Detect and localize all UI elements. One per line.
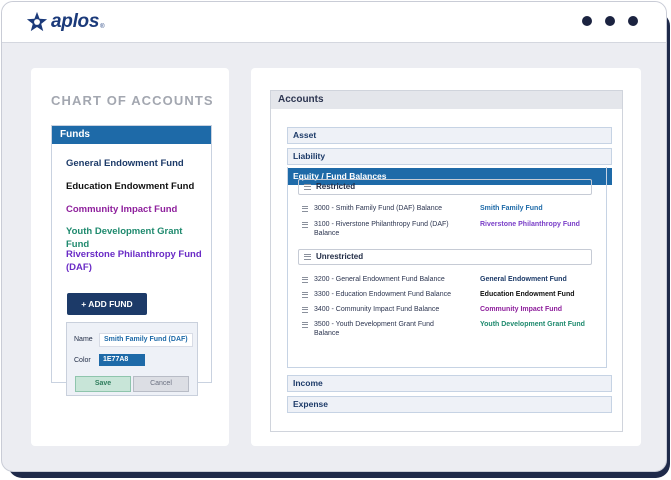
account-name: 3200 - General Endowment Fund Balance (314, 276, 445, 283)
accounts-tree: Accounts Asset Liability Equity / Fund B… (270, 90, 623, 432)
accounts-panel: Accounts Asset Liability Equity / Fund B… (251, 68, 641, 446)
account-group-income[interactable]: Income (287, 375, 612, 392)
drag-handle-icon[interactable] (304, 252, 311, 261)
brand-registered: ® (100, 24, 105, 30)
account-name: 3500 - Youth Development Grant Fund Bala… (314, 321, 434, 337)
account-fund: Education Endowment Fund (480, 291, 575, 298)
account-fund: General Endowment Fund (480, 276, 567, 283)
star-logo-icon (26, 11, 48, 32)
cancel-button[interactable]: Cancel (133, 376, 189, 392)
funds-panel: CHART OF ACCOUNTS Funds General Endowmen… (31, 68, 229, 446)
add-fund-button[interactable]: + ADD FUND (67, 293, 147, 315)
account-name: 3400 - Community Impact Fund Balance (314, 306, 440, 313)
drag-handle-icon[interactable] (302, 290, 308, 299)
name-label: Name (74, 336, 93, 343)
aplos-logo: aplos ® (26, 11, 105, 33)
account-fund: Smith Family Fund (480, 205, 543, 212)
account-name: 3100 - Riverstone Philanthropy Fund (DAF… (314, 221, 449, 237)
funds-header: Funds (52, 126, 211, 144)
window-dot-icon[interactable] (605, 16, 615, 26)
browser-window: aplos ® CHART OF ACCOUNTS Funds General … (1, 1, 667, 472)
window-dot-icon[interactable] (628, 16, 638, 26)
title-bar: aplos ® (2, 2, 666, 43)
fund-item[interactable]: Community Impact Fund (66, 203, 206, 216)
fund-item[interactable]: Riverstone Philanthropy Fund (DAF) (66, 248, 206, 274)
account-group-expense[interactable]: Expense (287, 396, 612, 413)
brand-name: aplos (51, 11, 100, 32)
drag-handle-icon[interactable] (302, 305, 308, 314)
drag-handle-icon[interactable] (302, 320, 308, 329)
unrestricted-header[interactable]: Unrestricted (298, 249, 592, 265)
save-button[interactable]: Save (75, 376, 131, 392)
fund-item[interactable]: General Endowment Fund (66, 157, 206, 170)
page-title: CHART OF ACCOUNTS (51, 93, 214, 108)
equity-details: Restricted 3000 - Smith Family Fund (DAF… (287, 167, 607, 368)
account-fund: Riverstone Philanthropy Fund (480, 221, 580, 228)
drag-handle-icon[interactable] (304, 182, 311, 191)
drag-handle-icon[interactable] (302, 204, 308, 213)
unrestricted-label: Unrestricted (316, 252, 364, 261)
account-group-liability[interactable]: Liability (287, 148, 612, 165)
account-group-asset[interactable]: Asset (287, 127, 612, 144)
account-fund: Community Impact Fund (480, 306, 563, 313)
window-controls (582, 16, 638, 26)
restricted-header[interactable]: Restricted (298, 179, 592, 195)
account-name: 3000 - Smith Family Fund (DAF) Balance (314, 205, 442, 212)
fund-edit-form: Name Smith Family Fund (DAF) Color 1E77A… (66, 322, 198, 396)
drag-handle-icon[interactable] (302, 275, 308, 284)
account-fund: Youth Development Grant Fund (480, 321, 585, 328)
color-label: Color (74, 357, 91, 364)
fund-item[interactable]: Education Endowment Fund (66, 180, 206, 193)
account-name: 3300 - Education Endowment Fund Balance (314, 291, 451, 298)
fund-name-input[interactable]: Smith Family Fund (DAF) (99, 333, 193, 347)
restricted-label: Restricted (316, 182, 356, 191)
window-dot-icon[interactable] (582, 16, 592, 26)
drag-handle-icon[interactable] (302, 220, 308, 229)
fund-color-input[interactable]: 1E77A8 (99, 354, 145, 366)
accounts-header: Accounts (271, 91, 622, 109)
funds-list: Funds General Endowment Fund Education E… (51, 125, 212, 396)
